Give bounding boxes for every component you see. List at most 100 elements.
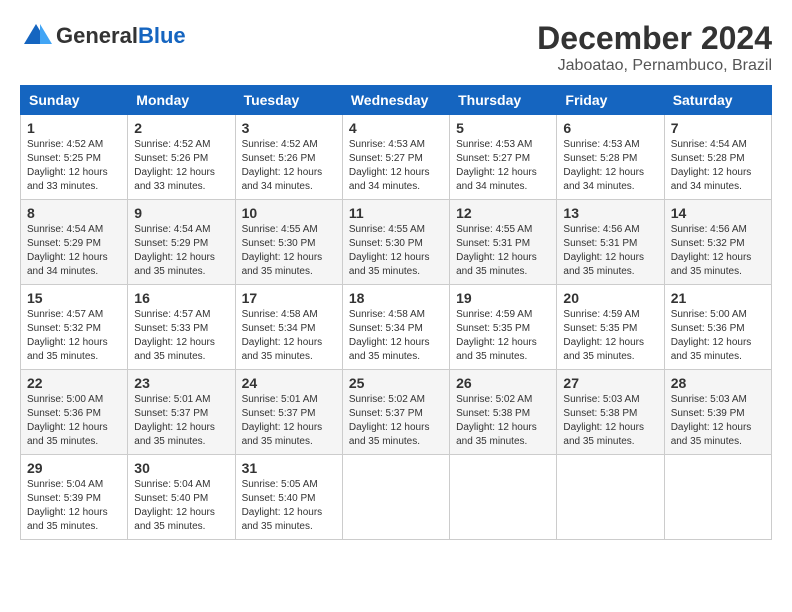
table-row: 25 Sunrise: 5:02 AM Sunset: 5:37 PM Dayl… xyxy=(342,370,449,455)
day-number: 28 xyxy=(671,375,765,391)
day-info: Sunrise: 4:56 AM Sunset: 5:31 PM Dayligh… xyxy=(563,223,657,279)
table-row: 22 Sunrise: 5:00 AM Sunset: 5:36 PM Dayl… xyxy=(21,370,128,455)
day-info: Sunrise: 5:02 AM Sunset: 5:38 PM Dayligh… xyxy=(456,393,550,449)
col-thursday: Thursday xyxy=(450,86,557,115)
table-row: 5 Sunrise: 4:53 AM Sunset: 5:27 PM Dayli… xyxy=(450,115,557,200)
day-number: 5 xyxy=(456,120,550,136)
day-number: 6 xyxy=(563,120,657,136)
table-row: 31 Sunrise: 5:05 AM Sunset: 5:40 PM Dayl… xyxy=(235,455,342,540)
day-number: 31 xyxy=(242,460,336,476)
col-saturday: Saturday xyxy=(664,86,771,115)
day-info: Sunrise: 4:52 AM Sunset: 5:26 PM Dayligh… xyxy=(134,138,228,194)
logo-icon xyxy=(20,20,52,52)
table-row: 4 Sunrise: 4:53 AM Sunset: 5:27 PM Dayli… xyxy=(342,115,449,200)
table-row: 7 Sunrise: 4:54 AM Sunset: 5:28 PM Dayli… xyxy=(664,115,771,200)
day-number: 11 xyxy=(349,205,443,221)
day-info: Sunrise: 5:01 AM Sunset: 5:37 PM Dayligh… xyxy=(134,393,228,449)
table-row: 13 Sunrise: 4:56 AM Sunset: 5:31 PM Dayl… xyxy=(557,200,664,285)
day-number: 25 xyxy=(349,375,443,391)
day-info: Sunrise: 5:00 AM Sunset: 5:36 PM Dayligh… xyxy=(671,308,765,364)
day-number: 23 xyxy=(134,375,228,391)
table-row: 29 Sunrise: 5:04 AM Sunset: 5:39 PM Dayl… xyxy=(21,455,128,540)
day-number: 12 xyxy=(456,205,550,221)
day-info: Sunrise: 4:53 AM Sunset: 5:27 PM Dayligh… xyxy=(349,138,443,194)
day-number: 26 xyxy=(456,375,550,391)
day-info: Sunrise: 4:58 AM Sunset: 5:34 PM Dayligh… xyxy=(349,308,443,364)
table-row: 26 Sunrise: 5:02 AM Sunset: 5:38 PM Dayl… xyxy=(450,370,557,455)
table-row: 20 Sunrise: 4:59 AM Sunset: 5:35 PM Dayl… xyxy=(557,285,664,370)
month-title: December 2024 xyxy=(537,20,772,57)
day-number: 15 xyxy=(27,290,121,306)
day-number: 9 xyxy=(134,205,228,221)
title-section: December 2024 Jaboatao, Pernambuco, Braz… xyxy=(537,20,772,75)
day-info: Sunrise: 5:01 AM Sunset: 5:37 PM Dayligh… xyxy=(242,393,336,449)
day-number: 10 xyxy=(242,205,336,221)
logo-text: GeneralBlue xyxy=(56,24,186,48)
table-row: 28 Sunrise: 5:03 AM Sunset: 5:39 PM Dayl… xyxy=(664,370,771,455)
day-number: 20 xyxy=(563,290,657,306)
table-row: 17 Sunrise: 4:58 AM Sunset: 5:34 PM Dayl… xyxy=(235,285,342,370)
table-row xyxy=(664,455,771,540)
day-info: Sunrise: 4:53 AM Sunset: 5:27 PM Dayligh… xyxy=(456,138,550,194)
table-row: 15 Sunrise: 4:57 AM Sunset: 5:32 PM Dayl… xyxy=(21,285,128,370)
calendar-table: Sunday Monday Tuesday Wednesday Thursday… xyxy=(20,85,772,540)
day-info: Sunrise: 4:54 AM Sunset: 5:28 PM Dayligh… xyxy=(671,138,765,194)
table-row: 1 Sunrise: 4:52 AM Sunset: 5:25 PM Dayli… xyxy=(21,115,128,200)
day-number: 1 xyxy=(27,120,121,136)
table-row: 21 Sunrise: 5:00 AM Sunset: 5:36 PM Dayl… xyxy=(664,285,771,370)
day-info: Sunrise: 4:59 AM Sunset: 5:35 PM Dayligh… xyxy=(563,308,657,364)
table-row: 19 Sunrise: 4:59 AM Sunset: 5:35 PM Dayl… xyxy=(450,285,557,370)
page-header: GeneralBlue December 2024 Jaboatao, Pern… xyxy=(20,20,772,75)
day-info: Sunrise: 4:57 AM Sunset: 5:33 PM Dayligh… xyxy=(134,308,228,364)
day-info: Sunrise: 5:00 AM Sunset: 5:36 PM Dayligh… xyxy=(27,393,121,449)
day-number: 17 xyxy=(242,290,336,306)
table-row: 2 Sunrise: 4:52 AM Sunset: 5:26 PM Dayli… xyxy=(128,115,235,200)
table-row: 24 Sunrise: 5:01 AM Sunset: 5:37 PM Dayl… xyxy=(235,370,342,455)
day-number: 18 xyxy=(349,290,443,306)
table-row xyxy=(557,455,664,540)
day-number: 21 xyxy=(671,290,765,306)
table-row: 12 Sunrise: 4:55 AM Sunset: 5:31 PM Dayl… xyxy=(450,200,557,285)
day-number: 4 xyxy=(349,120,443,136)
header-row: Sunday Monday Tuesday Wednesday Thursday… xyxy=(21,86,772,115)
day-number: 24 xyxy=(242,375,336,391)
day-number: 29 xyxy=(27,460,121,476)
day-number: 27 xyxy=(563,375,657,391)
day-info: Sunrise: 4:53 AM Sunset: 5:28 PM Dayligh… xyxy=(563,138,657,194)
col-sunday: Sunday xyxy=(21,86,128,115)
calendar-week-5: 29 Sunrise: 5:04 AM Sunset: 5:39 PM Dayl… xyxy=(21,455,772,540)
table-row: 8 Sunrise: 4:54 AM Sunset: 5:29 PM Dayli… xyxy=(21,200,128,285)
table-row xyxy=(450,455,557,540)
day-info: Sunrise: 5:04 AM Sunset: 5:40 PM Dayligh… xyxy=(134,478,228,534)
day-info: Sunrise: 4:56 AM Sunset: 5:32 PM Dayligh… xyxy=(671,223,765,279)
table-row: 18 Sunrise: 4:58 AM Sunset: 5:34 PM Dayl… xyxy=(342,285,449,370)
table-row: 23 Sunrise: 5:01 AM Sunset: 5:37 PM Dayl… xyxy=(128,370,235,455)
table-row: 30 Sunrise: 5:04 AM Sunset: 5:40 PM Dayl… xyxy=(128,455,235,540)
table-row: 3 Sunrise: 4:52 AM Sunset: 5:26 PM Dayli… xyxy=(235,115,342,200)
table-row: 14 Sunrise: 4:56 AM Sunset: 5:32 PM Dayl… xyxy=(664,200,771,285)
table-row: 9 Sunrise: 4:54 AM Sunset: 5:29 PM Dayli… xyxy=(128,200,235,285)
table-row: 6 Sunrise: 4:53 AM Sunset: 5:28 PM Dayli… xyxy=(557,115,664,200)
day-info: Sunrise: 5:02 AM Sunset: 5:37 PM Dayligh… xyxy=(349,393,443,449)
day-info: Sunrise: 4:55 AM Sunset: 5:30 PM Dayligh… xyxy=(242,223,336,279)
day-info: Sunrise: 4:58 AM Sunset: 5:34 PM Dayligh… xyxy=(242,308,336,364)
day-info: Sunrise: 4:55 AM Sunset: 5:30 PM Dayligh… xyxy=(349,223,443,279)
day-info: Sunrise: 4:54 AM Sunset: 5:29 PM Dayligh… xyxy=(27,223,121,279)
table-row xyxy=(342,455,449,540)
day-number: 2 xyxy=(134,120,228,136)
calendar-week-2: 8 Sunrise: 4:54 AM Sunset: 5:29 PM Dayli… xyxy=(21,200,772,285)
col-friday: Friday xyxy=(557,86,664,115)
table-row: 27 Sunrise: 5:03 AM Sunset: 5:38 PM Dayl… xyxy=(557,370,664,455)
day-info: Sunrise: 5:03 AM Sunset: 5:39 PM Dayligh… xyxy=(671,393,765,449)
day-info: Sunrise: 4:54 AM Sunset: 5:29 PM Dayligh… xyxy=(134,223,228,279)
day-info: Sunrise: 5:03 AM Sunset: 5:38 PM Dayligh… xyxy=(563,393,657,449)
table-row: 10 Sunrise: 4:55 AM Sunset: 5:30 PM Dayl… xyxy=(235,200,342,285)
day-number: 14 xyxy=(671,205,765,221)
calendar-week-4: 22 Sunrise: 5:00 AM Sunset: 5:36 PM Dayl… xyxy=(21,370,772,455)
location: Jaboatao, Pernambuco, Brazil xyxy=(537,57,772,75)
day-info: Sunrise: 4:59 AM Sunset: 5:35 PM Dayligh… xyxy=(456,308,550,364)
col-wednesday: Wednesday xyxy=(342,86,449,115)
day-number: 3 xyxy=(242,120,336,136)
day-number: 8 xyxy=(27,205,121,221)
table-row: 16 Sunrise: 4:57 AM Sunset: 5:33 PM Dayl… xyxy=(128,285,235,370)
